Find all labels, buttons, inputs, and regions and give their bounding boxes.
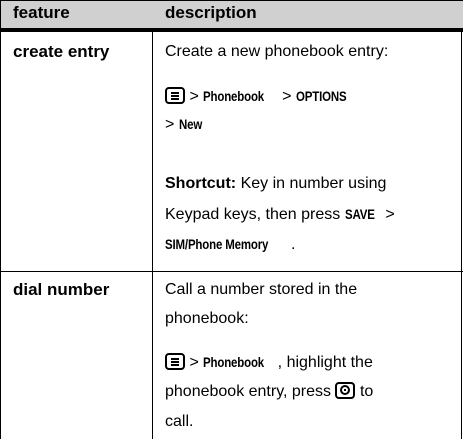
shortcut-label: Shortcut: — [165, 175, 237, 192]
navigation-key-icon — [335, 382, 356, 399]
path-separator: > — [385, 206, 395, 223]
menu-phonebook: Phonebook — [203, 88, 265, 104]
menu-sim-phone-memory: SIM/Phone Memory — [165, 236, 269, 252]
shortcut-line1: Shortcut: Key in number using — [165, 174, 386, 194]
period: . — [290, 236, 296, 253]
shortcut-line2: Keypad keys, then press SAVE > — [165, 204, 395, 225]
menu-key-icon — [165, 87, 185, 104]
create-entry-path-line1: > Phonebook > OPTIONS — [165, 86, 358, 107]
dial-number-intro-1: Call a number stored in the — [165, 281, 358, 298]
column-divider — [152, 32, 153, 439]
path-separator: > — [189, 354, 199, 371]
shortcut-line3: SIM/Phone Memory. — [165, 234, 295, 255]
feature-dial-number: dial number — [13, 280, 110, 299]
softkey-save: SAVE — [344, 206, 375, 222]
shortcut-text: Keypad keys, then press — [165, 206, 341, 223]
menu-phonebook: Phonebook — [203, 354, 265, 370]
path-separator: > — [282, 88, 292, 105]
header-description: description — [165, 3, 257, 22]
shortcut-text: Key in number using — [240, 175, 387, 192]
menu-options: OPTIONS — [295, 88, 347, 104]
dial-number-path-line3: call. — [165, 413, 194, 430]
instruction-text: phonebook entry, press — [165, 383, 332, 400]
menu-key-icon — [165, 353, 185, 370]
feature-create-entry: create entry — [13, 42, 110, 61]
dial-number-path-line2: phonebook entry, press to — [165, 382, 373, 402]
table-header: feature description — [1, 0, 463, 32]
path-separator: > — [189, 88, 199, 105]
dial-number-path-line1: > Phonebook , highlight the — [165, 352, 373, 373]
header-feature: feature — [13, 3, 70, 22]
feature-table: feature description create entry Create … — [0, 0, 463, 439]
instruction-text: to — [359, 383, 374, 400]
menu-new: New — [178, 116, 202, 132]
path-rest-text: , highlight the — [277, 354, 373, 371]
path-separator: > — [165, 116, 175, 133]
dial-number-intro-2: phonebook: — [165, 310, 249, 327]
row-divider — [1, 271, 463, 272]
create-entry-intro: Create a new phonebook entry: — [165, 43, 389, 60]
create-entry-path-line2: > New — [165, 114, 207, 135]
